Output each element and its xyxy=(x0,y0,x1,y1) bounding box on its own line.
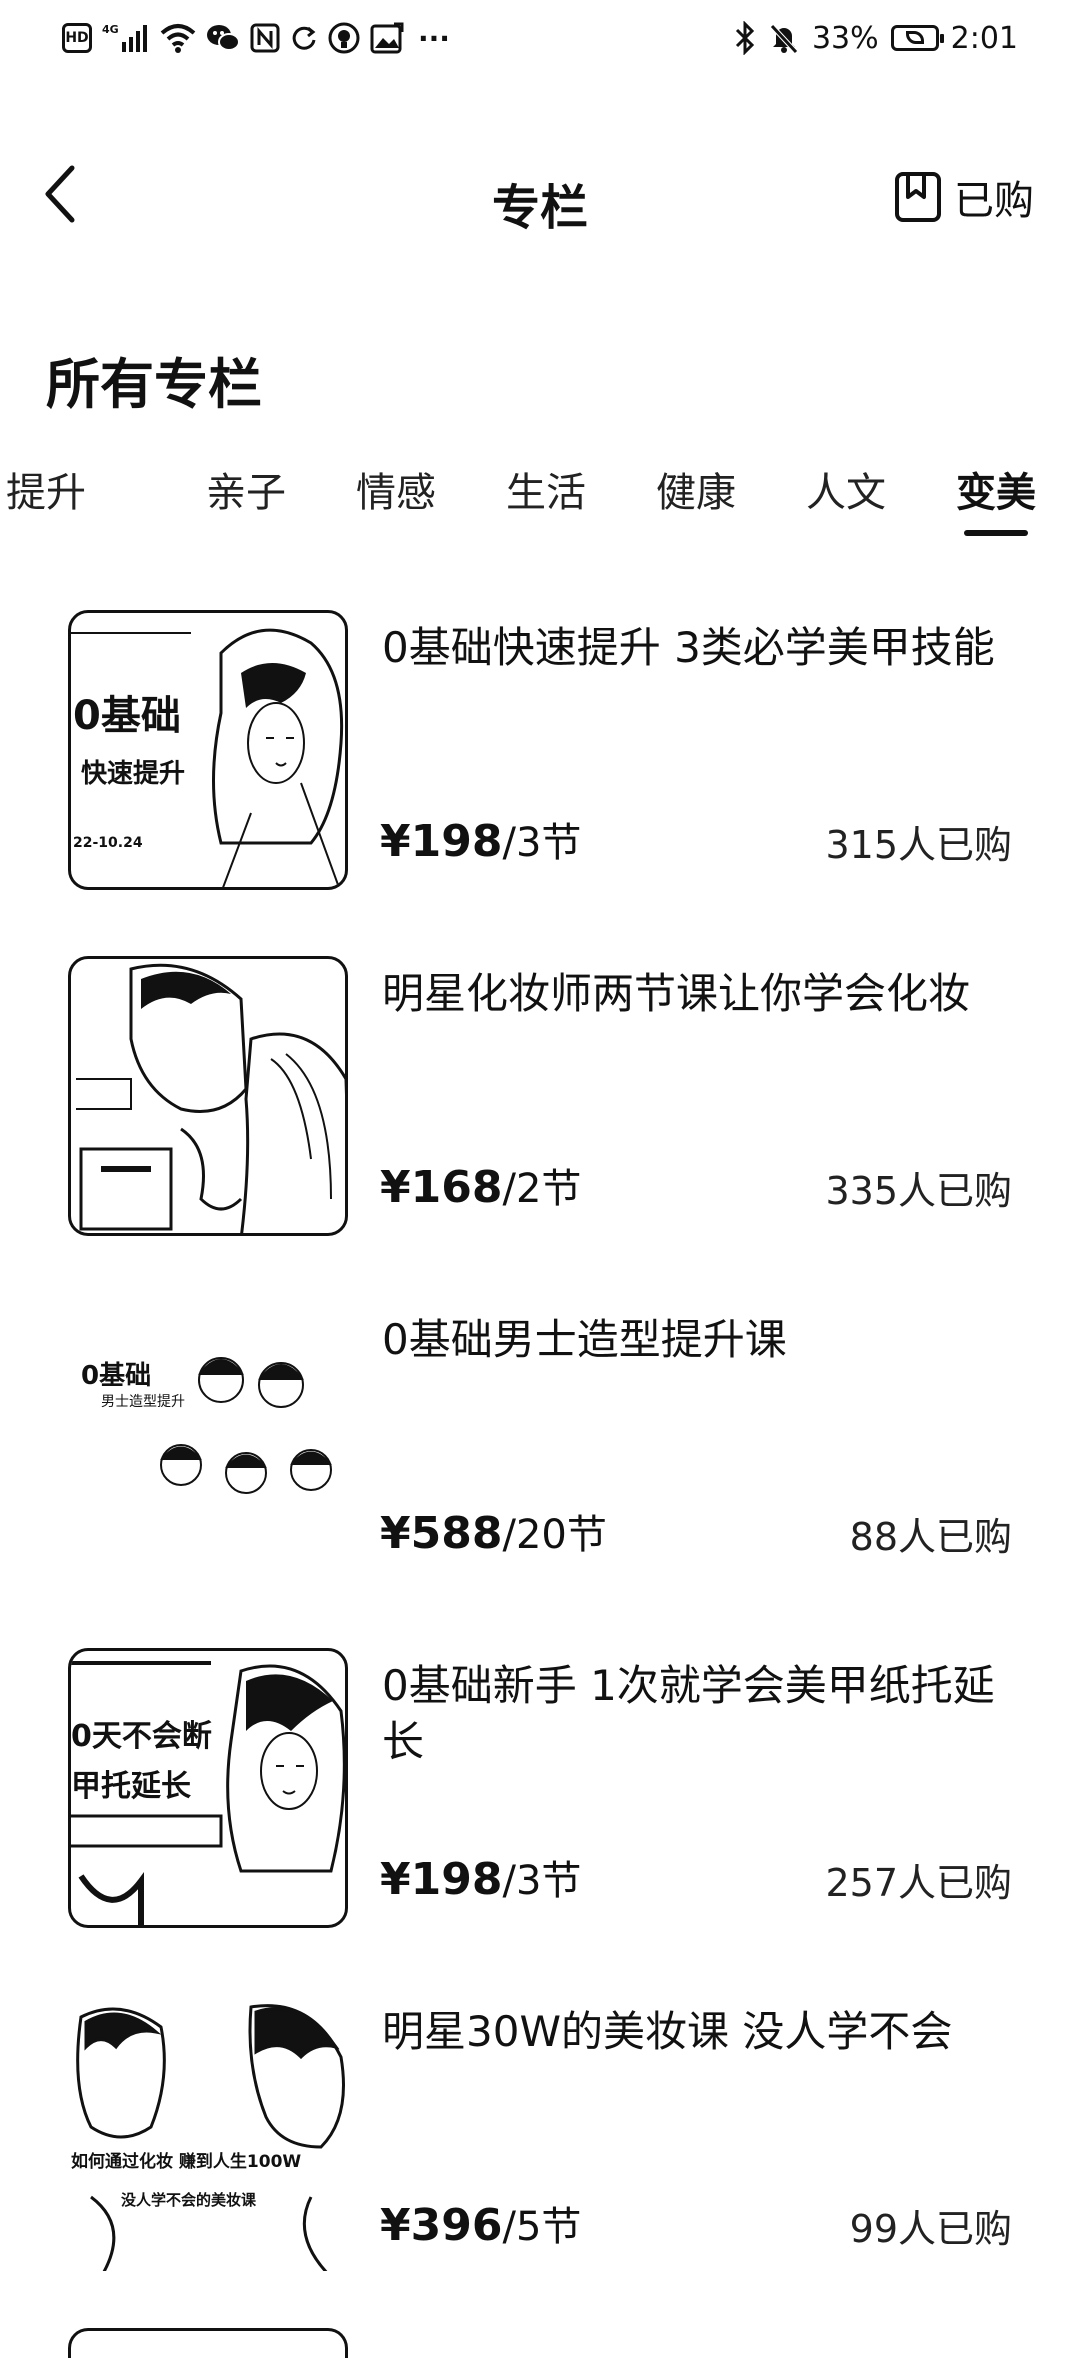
status-bar: HD 4G ··· 33% 2:01 xyxy=(0,0,1080,80)
tab-bianmei[interactable]: 变美 xyxy=(936,460,1056,518)
battery-icon xyxy=(890,25,944,51)
makeup-scene-illustration xyxy=(76,963,345,1233)
buyer-count: 88人已购 xyxy=(849,1515,1012,1559)
hairstyle-heads-illustration xyxy=(160,1357,332,1494)
lesson-count: /3节 xyxy=(502,1858,582,1904)
tab-qinggan[interactable]: 情感 xyxy=(336,460,456,518)
price-amount: ¥396 xyxy=(380,2200,503,2251)
nfc-icon xyxy=(250,23,280,53)
course-thumbnail: 0基础 快速提升 22-10.24 xyxy=(68,610,348,890)
course-thumbnail: 如何通过化妆 赚到人生100W 没人学不会的美妆课 xyxy=(68,1994,348,2274)
course-price: ¥168/2节 xyxy=(380,1156,581,1214)
next-course-thumbnail-peek xyxy=(68,2328,348,2358)
signal-4g-icon: 4G xyxy=(102,22,150,54)
buyer-count: 315人已购 xyxy=(825,823,1012,867)
course-price: ¥396/5节 xyxy=(380,2194,581,2252)
thumbnail-caption: 0基础 xyxy=(73,693,181,739)
section-title: 所有专栏 xyxy=(46,353,262,416)
thumbnail-caption: 0天不会断 xyxy=(71,1719,212,1754)
course-item[interactable]: 0基础 快速提升 22-10.24 0基础快速提升 3类必学美甲技能 ¥198/… xyxy=(0,600,1080,900)
status-icons-left: HD 4G ··· xyxy=(62,18,450,58)
thumbnail-caption: 0基础 xyxy=(81,1361,152,1391)
course-thumbnail: 0天不会断 甲托延长 xyxy=(68,1648,348,1928)
course-title: 明星30W的美妆课 没人学不会 xyxy=(382,2007,953,2056)
tab-renwen[interactable]: 人文 xyxy=(786,460,906,518)
bookmark-icon xyxy=(895,172,941,222)
lesson-count: /2节 xyxy=(502,1166,582,1212)
status-icons-right: 33% 2:01 xyxy=(734,18,1018,58)
purchased-label: 已购 xyxy=(954,178,1034,224)
lesson-count: /5节 xyxy=(502,2204,582,2250)
buyer-count: 99人已购 xyxy=(849,2207,1012,2251)
two-faces-illustration xyxy=(76,2004,345,2271)
mute-bell-icon xyxy=(768,22,800,54)
buyer-count: 335人已购 xyxy=(825,1169,1012,1213)
more-notifications-icon: ··· xyxy=(418,21,450,55)
course-title: 0基础新手 1次就学会美甲纸托延长 xyxy=(382,1661,995,1766)
battery-percent: 33% xyxy=(811,20,879,56)
active-tab-indicator xyxy=(964,530,1028,536)
thumbnail-caption: 如何通过化妆 赚到人生100W xyxy=(71,2147,302,2172)
course-title: 0基础快速提升 3类必学美甲技能 xyxy=(382,623,995,672)
tab-tisheng[interactable]: 提升 xyxy=(0,460,106,518)
price-amount: ¥168 xyxy=(380,1162,503,1213)
course-item[interactable]: 如何通过化妆 赚到人生100W 没人学不会的美妆课 明星30W的美妆课 没人学不… xyxy=(0,1984,1080,2284)
course-price: ¥198/3节 xyxy=(380,1848,581,1906)
sync-icon xyxy=(290,24,318,52)
course-price: ¥588/20节 xyxy=(380,1502,607,1560)
thumbnail-caption: 快速提升 xyxy=(81,759,186,789)
course-title: 0基础男士造型提升课 xyxy=(382,1315,787,1364)
price-amount: ¥198 xyxy=(380,1854,503,1905)
thumbnail-caption: 没人学不会的美妆课 xyxy=(121,2189,257,2210)
wechat-icon xyxy=(206,23,240,53)
tab-jiankang[interactable]: 健康 xyxy=(636,460,756,518)
lesson-count: /20节 xyxy=(502,1512,607,1558)
thumbnail-caption: 男士造型提升 xyxy=(101,1394,185,1410)
course-title: 明星化妆师两节课让你学会化妆 xyxy=(382,969,971,1018)
tab-shenghuo[interactable]: 生活 xyxy=(486,460,606,518)
price-amount: ¥588 xyxy=(380,1508,503,1559)
svg-text:4G: 4G xyxy=(102,23,119,36)
hd-icon: HD xyxy=(62,23,92,53)
price-amount: ¥198 xyxy=(380,816,503,867)
app-icon xyxy=(328,22,360,54)
buyer-count: 257人已购 xyxy=(825,1861,1012,1905)
course-thumbnail: 0基础 男士造型提升 xyxy=(68,1302,348,1582)
thumbnail-caption: 甲托延长 xyxy=(71,1769,191,1804)
purchased-button[interactable]: 已购 xyxy=(894,168,1034,226)
course-item[interactable]: 明星化妆师两节课让你学会化妆 ¥168/2节 335人已购 xyxy=(0,946,1080,1246)
course-thumbnail xyxy=(68,956,348,1236)
clock: 2:01 xyxy=(950,20,1018,56)
thumbnail-caption: 22-10.24 xyxy=(73,835,143,851)
course-item[interactable]: 0天不会断 甲托延长 0基础新手 1次就学会美甲纸托延长 ¥198/3节 257… xyxy=(0,1638,1080,1938)
wifi-icon xyxy=(160,23,196,53)
bluetooth-icon xyxy=(734,21,756,55)
tab-qinzi[interactable]: 亲子 xyxy=(186,460,306,518)
image-icon xyxy=(370,22,404,54)
lesson-count: /3节 xyxy=(502,820,582,866)
course-item[interactable]: 0基础 男士造型提升 0基础男士造型提升课 ¥588/20节 88人已购 xyxy=(0,1292,1080,1592)
category-tab-bar[interactable]: 提升 亲子 情感 生活 健康 人文 变美 xyxy=(0,450,1080,550)
course-price: ¥198/3节 xyxy=(380,810,581,868)
nav-bar: 专栏 已购 xyxy=(0,140,1080,250)
battery-saver-leaf-icon xyxy=(905,31,924,44)
